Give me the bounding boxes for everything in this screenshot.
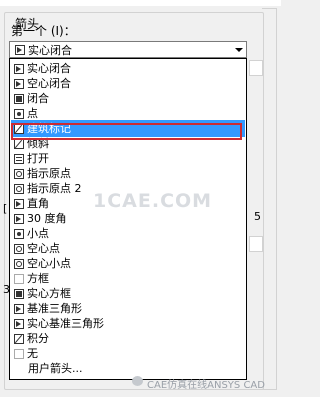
right-field — [249, 60, 263, 76]
dropdown-item-label: 点 — [27, 107, 38, 120]
architectural-tick-icon — [14, 123, 24, 134]
right-field — [249, 236, 263, 252]
combo-value: 实心闭合 — [28, 43, 72, 57]
oblique-icon — [14, 138, 24, 149]
dropdown-item-label: 打开 — [27, 152, 49, 165]
dropdown-item-label: 倾斜 — [27, 137, 49, 150]
dropdown-item-label: 无 — [27, 347, 38, 360]
dot-icon — [14, 108, 24, 119]
dropdown-item-label: 空心点 — [27, 242, 60, 255]
dropdown-item-label: 积分 — [27, 332, 49, 345]
datum-triangle-icon — [14, 303, 24, 314]
dropdown-item-label: 小点 — [27, 227, 49, 240]
dropdown-item-label: 30 度角 — [27, 212, 67, 225]
open-30-icon — [14, 213, 24, 224]
hollow-closed-arrow-icon — [14, 78, 24, 89]
dot-small-icon — [14, 228, 24, 239]
side-fragment: 3 — [3, 283, 10, 296]
dropdown-item-label: 指示原点 — [27, 167, 71, 180]
box-blank-icon — [14, 273, 24, 284]
dropdown-item-label: 指示原点 2 — [27, 182, 82, 195]
side-fragment: 5 — [254, 210, 261, 223]
origin-indicator-icon — [14, 168, 24, 179]
right-angle-icon — [14, 198, 24, 209]
dropdown-item-label: 实心方框 — [27, 287, 71, 300]
first-arrow-label: 第一个 (I)： — [11, 24, 76, 38]
dropdown-item-label: 闭合 — [27, 92, 49, 105]
dot-small-blank-icon — [14, 258, 24, 269]
right-panel-edge — [262, 8, 277, 390]
dropdown-item-label: 基准三角形 — [27, 302, 82, 315]
watermark-logo-icon — [132, 376, 143, 386]
dropdown-item-label: 用户箭头... — [28, 362, 83, 375]
watermark-center: 1CAE.COM — [93, 190, 213, 212]
datum-triangle-filled-icon — [14, 318, 24, 329]
dropdown-item-label: 实心闭合 — [27, 62, 71, 75]
side-fragment: [ — [3, 202, 8, 215]
origin-indicator-2-icon — [14, 183, 24, 194]
arrow-dropdown-list[interactable]: 实心闭合空心闭合闭合点建筑标记倾斜打开指示原点指示原点 2 直角 30 度角小点空心… — [9, 58, 247, 380]
top-strip — [0, 0, 281, 6]
dropdown-item-label: 空心闭合 — [27, 77, 71, 90]
dropdown-item[interactable]: 用户箭头... — [11, 360, 245, 377]
watermark-bottom: CAE仿真在线ANSYS CAD — [147, 380, 265, 391]
dot-blank-icon — [14, 243, 24, 254]
box-filled-icon — [14, 288, 24, 299]
none-icon — [14, 348, 24, 359]
dropdown-item-label: 实心基准三角形 — [27, 317, 104, 330]
chevron-down-icon[interactable] — [235, 48, 243, 52]
first-arrow-combobox[interactable]: 实心闭合 — [9, 41, 247, 58]
dropdown-item-label: 方框 — [27, 272, 49, 285]
dropdown-item-label: 建筑标记 — [27, 122, 71, 135]
solid-closed-arrow-icon — [15, 44, 25, 55]
dropdown-item-label: 空心小点 — [27, 257, 71, 270]
open-arrow-icon — [14, 153, 24, 164]
integral-icon — [14, 333, 24, 344]
closed-arrow-icon — [14, 93, 24, 104]
solid-closed-arrow-icon — [14, 63, 24, 74]
dropdown-item-label: 直角 — [27, 197, 49, 210]
